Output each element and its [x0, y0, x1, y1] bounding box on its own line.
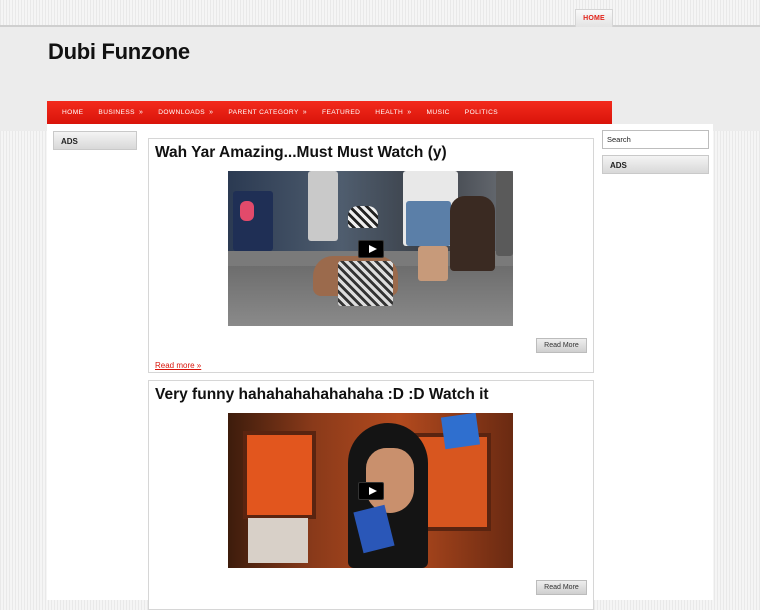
top-home-tab[interactable]: HOME: [575, 9, 613, 27]
thumbnail-figure: [418, 246, 448, 281]
nav-label: DOWNLOADS: [158, 109, 206, 116]
nav-item-politics[interactable]: POLITICS: [457, 101, 505, 124]
thumbnail-figure: [406, 201, 451, 246]
nav-label: POLITICS: [464, 109, 499, 116]
top-bar: [0, 0, 760, 26]
nav-label: HEALTH: [375, 109, 404, 116]
read-more-button[interactable]: Read More: [536, 580, 587, 595]
thumbnail-figure: [450, 196, 495, 271]
nav-item-downloads[interactable]: DOWNLOADS»: [151, 101, 221, 124]
chevron-right-icon: »: [209, 109, 214, 116]
post-card: Wah Yar Amazing...Must Must Watch (y) Re…: [148, 138, 594, 373]
nav-item-parent-category[interactable]: PARENT CATEGORY»: [221, 101, 315, 124]
thumbnail-figure: [233, 191, 273, 251]
nav-label: HOME: [62, 109, 84, 116]
play-icon[interactable]: [357, 239, 384, 258]
thumbnail-logo: [440, 413, 481, 450]
left-ads-widget-title: ADS: [53, 131, 137, 150]
right-ads-widget-title: ADS: [602, 155, 709, 174]
thumbnail-figure: [308, 171, 338, 241]
search-input[interactable]: [602, 130, 709, 149]
play-icon[interactable]: [357, 481, 384, 500]
video-player[interactable]: [228, 171, 513, 326]
post-title[interactable]: Very funny hahahahahahahaha :D :D Watch …: [155, 386, 489, 404]
chevron-right-icon: »: [138, 109, 144, 116]
thumbnail-figure: [240, 201, 254, 221]
chevron-right-icon: »: [302, 109, 308, 116]
thumbnail-figure: [338, 261, 393, 306]
nav-item-featured[interactable]: FEATURED: [315, 101, 368, 124]
nav-label: FEATURED: [322, 109, 361, 116]
main-nav: HOME BUSINESS» DOWNLOADS» PARENT CATEGOR…: [47, 101, 612, 124]
nav-label: BUSINESS: [98, 109, 135, 116]
site-title[interactable]: Dubi Funzone: [48, 39, 190, 65]
read-more-button[interactable]: Read More: [536, 338, 587, 353]
read-more-link[interactable]: Read more »: [155, 361, 201, 370]
video-player[interactable]: [228, 413, 513, 568]
thumbnail-figure: [348, 206, 378, 228]
thumbnail-panel: [243, 431, 316, 519]
post-title[interactable]: Wah Yar Amazing...Must Must Watch (y): [155, 144, 447, 162]
thumbnail-figure: [496, 171, 513, 256]
post-card: Very funny hahahahahahahaha :D :D Watch …: [148, 380, 594, 610]
nav-label: MUSIC: [426, 109, 450, 116]
nav-item-home[interactable]: HOME: [47, 101, 91, 124]
chevron-right-icon: »: [407, 109, 412, 116]
nav-item-health[interactable]: HEALTH»: [368, 101, 419, 124]
thumbnail-figure: [366, 448, 414, 513]
nav-item-music[interactable]: MUSIC: [419, 101, 457, 124]
nav-label: PARENT CATEGORY: [228, 109, 299, 116]
thumbnail-panel: [248, 518, 308, 563]
nav-item-business[interactable]: BUSINESS»: [91, 101, 151, 124]
